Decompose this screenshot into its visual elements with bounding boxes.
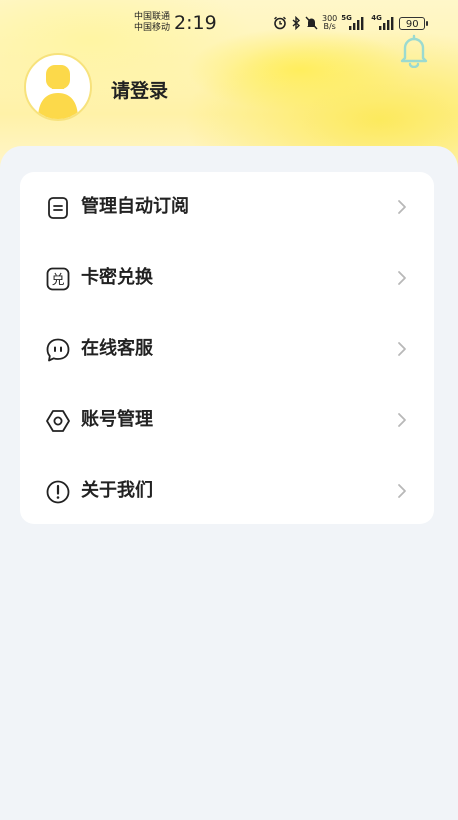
status-icons: 300 B/s 5G 4G 90 xyxy=(273,14,429,31)
menu-item-account-management[interactable]: 账号管理 xyxy=(20,385,434,455)
chevron-right-icon xyxy=(398,200,406,214)
avatar[interactable] xyxy=(24,53,92,121)
menu-item-online-support[interactable]: 在线客服 xyxy=(20,314,434,384)
chevron-right-icon xyxy=(398,484,406,498)
signal-bars-icon xyxy=(349,17,364,30)
menu-card: 管理自动订阅 兑 卡密兑换 在线客服 账号管理 关于我们 xyxy=(20,172,434,524)
battery-indicator: 90 xyxy=(399,16,429,30)
net-speed-unit: B/s xyxy=(323,22,336,31)
menu-item-label: 关于我们 xyxy=(81,480,153,501)
hexagon-settings-icon xyxy=(46,410,70,432)
chevron-right-icon xyxy=(398,413,406,427)
signal-bars-icon xyxy=(379,17,394,30)
carrier-2: 中国移动 xyxy=(134,23,171,33)
subscription-list-icon xyxy=(48,197,68,219)
bell-icon[interactable] xyxy=(398,34,430,68)
menu-item-card-redeem[interactable]: 兑 卡密兑换 xyxy=(20,243,434,313)
menu-item-label: 账号管理 xyxy=(81,409,153,430)
alarm-icon xyxy=(274,16,286,30)
avatar-placeholder-icon xyxy=(38,65,78,119)
svg-text:兑: 兑 xyxy=(51,273,64,288)
redeem-icon: 兑 xyxy=(46,267,70,291)
mute-bell-icon xyxy=(305,16,318,30)
menu-item-label: 卡密兑换 xyxy=(81,267,153,288)
chat-bubble-icon xyxy=(46,338,70,362)
signal-5g: 5G xyxy=(341,14,367,31)
chevron-right-icon xyxy=(398,271,406,285)
menu-item-label: 管理自动订阅 xyxy=(81,196,189,217)
menu-item-label: 在线客服 xyxy=(81,338,153,359)
chevron-right-icon xyxy=(398,342,406,356)
clock: 2:19 xyxy=(174,12,217,34)
login-prompt[interactable]: 请登录 xyxy=(111,76,168,103)
signal-4g: 4G xyxy=(371,14,395,31)
menu-item-about-us[interactable]: 关于我们 xyxy=(20,456,434,526)
menu-item-manage-subscription[interactable]: 管理自动订阅 xyxy=(20,172,434,242)
bluetooth-icon xyxy=(292,16,301,30)
info-exclamation-icon xyxy=(46,480,70,504)
net-speed: 300 B/s xyxy=(322,15,337,31)
carrier-names: 中国联通 中国移动 xyxy=(134,12,170,34)
status-bar: 中国联通 中国移动 2:19 300 B/s 5G 4G 90 xyxy=(0,10,458,38)
carrier-1: 中国联通 xyxy=(134,12,171,22)
